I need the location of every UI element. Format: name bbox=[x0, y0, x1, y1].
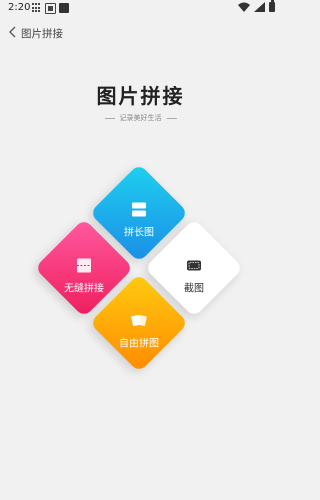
divider-left bbox=[104, 117, 115, 119]
header-title: 图片拼接 bbox=[21, 28, 63, 40]
back-arrow-icon[interactable] bbox=[6, 25, 20, 39]
status-time: 2:20 bbox=[8, 2, 31, 13]
status-icons-left bbox=[32, 3, 69, 14]
apps-grid-icon bbox=[32, 3, 42, 13]
page-subtitle: 记录美好生活 bbox=[119, 114, 162, 122]
page-title: 图片拼接 bbox=[96, 84, 185, 108]
subtitle-row: 记录美好生活 bbox=[0, 113, 281, 123]
app-notification-icon bbox=[59, 3, 69, 13]
wifi-icon bbox=[238, 2, 250, 12]
status-bar: 2:20 bbox=[0, 0, 281, 16]
signal-icon bbox=[254, 2, 265, 12]
top-bar: 图片拼接 bbox=[0, 20, 281, 46]
screenshot-notification-icon bbox=[45, 3, 56, 14]
divider-right bbox=[166, 117, 177, 119]
hero: 图片拼接 记录美好生活 bbox=[0, 80, 281, 123]
battery-icon bbox=[269, 0, 275, 12]
status-icons-right bbox=[238, 0, 275, 12]
